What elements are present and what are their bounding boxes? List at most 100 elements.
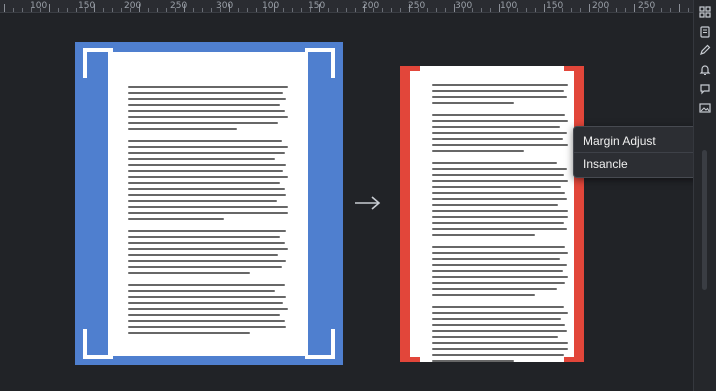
crop-handle-top-left[interactable]: [83, 48, 113, 78]
text-line: [432, 276, 568, 278]
ruler-tick: [121, 8, 122, 12]
page-text-block: [432, 84, 568, 366]
text-line: [128, 314, 280, 316]
ruler-tick: [526, 8, 527, 12]
ruler-tick: [112, 8, 113, 12]
ruler-label: 300: [216, 1, 234, 11]
ruler-tick: [211, 8, 212, 12]
ruler-tick: [355, 8, 356, 12]
text-line: [432, 270, 563, 272]
ruler-tick: [445, 8, 446, 12]
text-line: [432, 336, 559, 338]
ruler-label: 300: [455, 1, 473, 11]
text-line: [432, 84, 568, 86]
ruler-tick: [616, 8, 617, 12]
text-line: [432, 120, 568, 122]
text-line: [432, 96, 567, 98]
text-line: [128, 170, 284, 172]
ruler-tick: [661, 8, 662, 12]
text-line: [432, 132, 567, 134]
text-line: [432, 348, 568, 350]
text-line: [432, 222, 564, 224]
text-line: [432, 204, 559, 206]
text-line: [432, 228, 567, 230]
ruler-tick: [292, 8, 293, 12]
left-margin-bar[interactable]: [400, 66, 410, 362]
text-line: [128, 146, 288, 148]
ruler-label: 150: [308, 1, 326, 11]
ruler-tick: [328, 8, 329, 12]
text-line: [432, 210, 568, 212]
ruler-tick: [166, 8, 167, 12]
text-line: [128, 242, 285, 244]
text-line: [432, 354, 564, 356]
document-icon[interactable]: [697, 24, 713, 40]
ruler-tick: [22, 8, 23, 12]
image-icon[interactable]: [697, 100, 713, 116]
right-margin-bar[interactable]: [574, 66, 584, 362]
text-line: [432, 102, 514, 104]
crop-handle-bottom-right[interactable]: [305, 329, 335, 359]
text-line: [432, 312, 568, 314]
ruler-label: 250: [408, 1, 426, 11]
text-line: [432, 168, 567, 170]
text-line: [128, 140, 282, 142]
page-text-block: [128, 86, 288, 338]
margin-corner-bottom-right: [564, 357, 584, 362]
ruler-tick: [688, 8, 689, 12]
text-line: [432, 294, 536, 296]
ruler-tick: [202, 8, 203, 12]
text-line: [432, 252, 568, 254]
text-line: [128, 104, 280, 106]
text-line: [128, 272, 250, 274]
menu-item-margin-adjust[interactable]: Margin Adjust: [583, 134, 656, 148]
text-line: [432, 318, 562, 320]
text-line: [432, 126, 560, 128]
text-line: [432, 162, 558, 164]
menu-item-insancle[interactable]: Insancle: [583, 157, 628, 171]
text-line: [432, 150, 525, 152]
ruler-tick: [148, 8, 149, 12]
ruler-label: 250: [170, 1, 188, 11]
text-line: [432, 342, 568, 344]
text-line: [128, 200, 277, 202]
pencil-icon[interactable]: [697, 42, 713, 58]
right-toolbar: [693, 0, 716, 391]
ruler-tick: [13, 8, 14, 12]
ruler-tick: [571, 8, 572, 12]
text-line: [128, 128, 237, 130]
text-line: [432, 90, 564, 92]
text-line: [432, 360, 514, 362]
adjusted-page-frame[interactable]: [400, 66, 584, 362]
text-line: [432, 234, 536, 236]
ruler-tick: [49, 4, 50, 12]
text-line: [432, 180, 568, 182]
ruler-tick: [535, 8, 536, 12]
ruler-tick: [4, 4, 5, 12]
ruler-label: 200: [362, 1, 380, 11]
crop-handle-top-right[interactable]: [305, 48, 335, 78]
ruler-label: 200: [592, 1, 610, 11]
ruler-tick: [247, 8, 248, 12]
ruler-tick: [391, 8, 392, 12]
vertical-scrollbar[interactable]: [702, 150, 707, 290]
ruler-tick: [427, 8, 428, 12]
text-line: [128, 254, 279, 256]
text-line: [128, 248, 288, 250]
ruler-tick: [382, 8, 383, 12]
bell-icon[interactable]: [697, 62, 713, 78]
text-line: [128, 176, 288, 178]
text-line: [128, 320, 285, 322]
text-line: [432, 282, 566, 284]
ruler-tick: [103, 8, 104, 12]
original-page-frame[interactable]: [75, 42, 343, 365]
crop-handle-bottom-left[interactable]: [83, 329, 113, 359]
chat-bubble-icon[interactable]: [697, 81, 713, 97]
text-line: [128, 326, 287, 328]
text-line: [432, 198, 567, 200]
ruler-tick: [58, 8, 59, 12]
grid-icon[interactable]: [697, 4, 713, 20]
text-line: [128, 182, 280, 184]
text-line: [432, 258, 560, 260]
ruler-tick: [589, 4, 590, 12]
